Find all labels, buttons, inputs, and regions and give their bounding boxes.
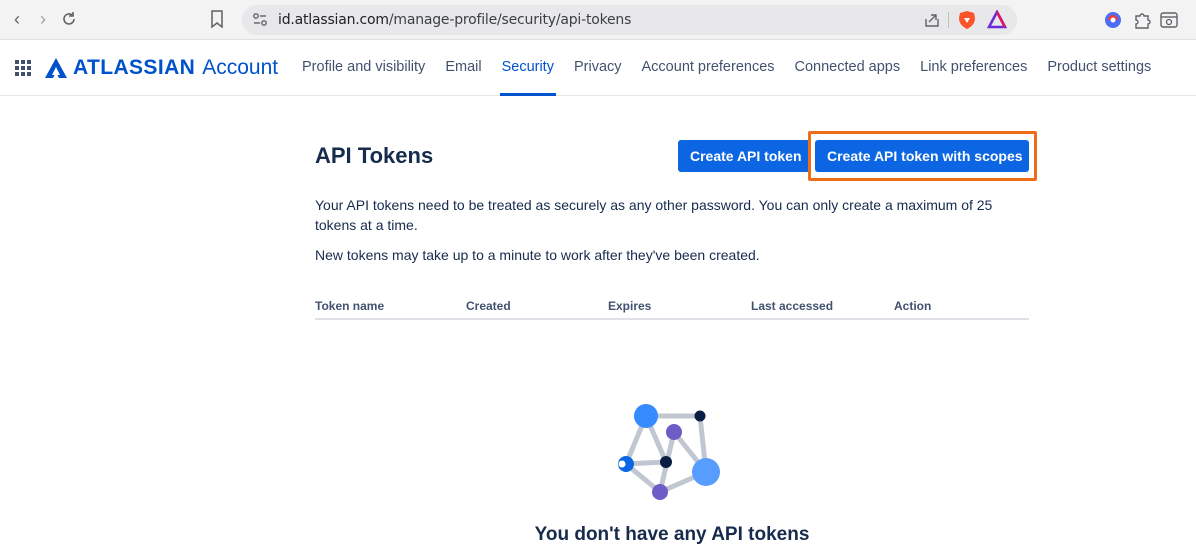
bookmark-icon[interactable] — [209, 9, 225, 29]
reader-mode-icon[interactable] — [1158, 9, 1180, 31]
create-api-token-button[interactable]: Create API token — [678, 140, 810, 172]
address-bar[interactable]: id.atlassian.com/manage-profile/security… — [242, 5, 1017, 35]
tab-product-settings[interactable]: Product settings — [1037, 40, 1161, 96]
atlassian-logo[interactable]: ATLASSIAN Account — [45, 55, 278, 81]
tab-security[interactable]: Security — [492, 40, 564, 96]
empty-state-illustration — [618, 404, 720, 500]
forward-icon[interactable]: › — [32, 8, 54, 30]
back-icon[interactable]: ‹ — [6, 8, 28, 30]
share-icon[interactable] — [922, 10, 942, 30]
column-action: Action — [894, 299, 932, 313]
account-nav: Profile and visibility Email Security Pr… — [292, 40, 1161, 96]
url-domain: id.atlassian.com — [278, 12, 389, 28]
tokens-description: Your API tokens need to be treated as se… — [315, 197, 993, 233]
site-settings-icon[interactable] — [250, 10, 270, 30]
reload-icon[interactable] — [58, 8, 80, 30]
tab-profile-and-visibility[interactable]: Profile and visibility — [292, 40, 435, 96]
url-text: id.atlassian.com/manage-profile/security… — [278, 12, 631, 28]
column-token-name: Token name — [315, 299, 385, 313]
empty-state-title: You don't have any API tokens — [534, 524, 810, 545]
app-switcher-icon[interactable] — [15, 60, 31, 76]
tab-account-preferences[interactable]: Account preferences — [632, 40, 785, 96]
tab-privacy[interactable]: Privacy — [564, 40, 632, 96]
tokens-table-header: Token name Created Expires Last accessed… — [315, 298, 1029, 320]
tab-email[interactable]: Email — [435, 40, 491, 96]
atlassian-mark-icon — [45, 58, 67, 78]
column-created: Created — [466, 299, 511, 313]
extension-icon[interactable] — [1103, 10, 1123, 30]
tab-connected-apps[interactable]: Connected apps — [785, 40, 911, 96]
brave-shield-icon[interactable] — [956, 9, 978, 31]
tokens-delay-note: New tokens may take up to a minute to wo… — [315, 247, 760, 263]
page-title: API Tokens — [315, 143, 434, 168]
url-path: /manage-profile/security/api-tokens — [388, 12, 632, 28]
brave-rewards-icon[interactable] — [987, 10, 1007, 30]
product-name: Account — [202, 56, 279, 79]
extensions-puzzle-icon[interactable] — [1131, 9, 1153, 31]
brand-name: ATLASSIAN — [73, 56, 196, 79]
create-api-token-with-scopes-button[interactable]: Create API token with scopes — [815, 140, 1029, 172]
browser-toolbar: ‹ › id.atlassian.com/manage-profile/secu… — [0, 0, 1196, 40]
address-bar-divider — [948, 12, 949, 28]
app-header: ATLASSIAN Account Profile and visibility… — [0, 40, 1196, 96]
column-last-accessed: Last accessed — [751, 299, 834, 313]
tab-link-preferences[interactable]: Link preferences — [910, 40, 1037, 96]
column-expires: Expires — [608, 299, 652, 313]
